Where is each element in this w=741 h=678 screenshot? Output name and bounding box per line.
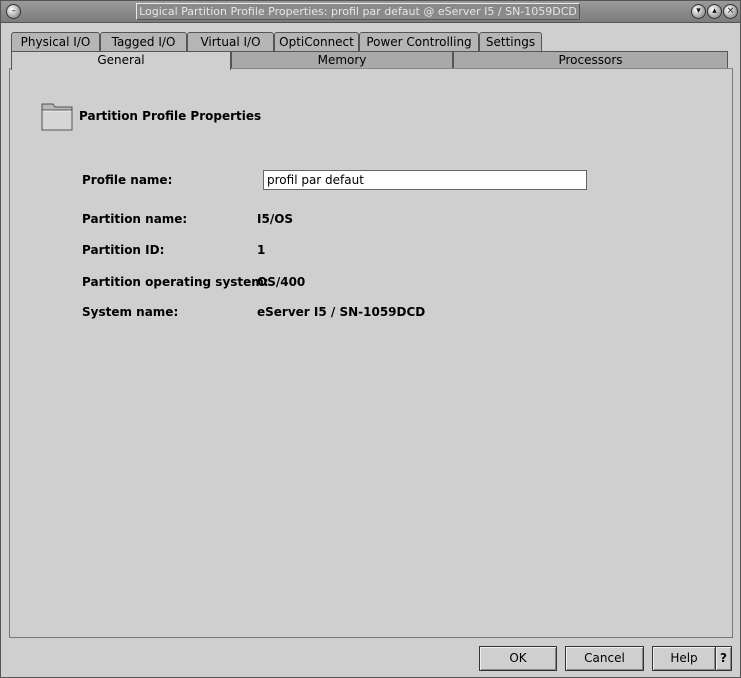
profile-name-input[interactable]: profil par defaut <box>263 170 587 190</box>
system-name-value: eServer I5 / SN-1059DCD <box>257 305 426 319</box>
tab-tagged-io[interactable]: Tagged I/O <box>100 32 187 51</box>
tab-general[interactable]: General <box>11 51 231 70</box>
folder-icon <box>41 103 73 131</box>
cancel-button[interactable]: Cancel <box>565 646 644 671</box>
context-help-button[interactable]: ? <box>715 646 732 671</box>
tab-power-controlling[interactable]: Power Controlling <box>359 32 479 51</box>
tab-opticonnect[interactable]: OptiConnect <box>274 32 359 51</box>
partition-name-label: Partition name: <box>82 212 188 226</box>
window-title: Logical Partition Profile Properties: pr… <box>136 3 580 20</box>
dialog-window: – Logical Partition Profile Properties: … <box>0 0 741 678</box>
profile-name-label: Profile name: <box>82 173 173 187</box>
close-icon[interactable]: × <box>723 4 738 19</box>
tab-row-bottom: General Memory Processors <box>11 51 728 70</box>
partition-name-value: I5/OS <box>257 212 294 226</box>
system-name-label: System name: <box>82 305 179 319</box>
partition-id-value: 1 <box>257 243 266 257</box>
tab-virtual-io[interactable]: Virtual I/O <box>187 32 274 51</box>
tab-physical-io[interactable]: Physical I/O <box>11 32 100 51</box>
help-button[interactable]: Help <box>652 646 716 671</box>
window-menu-icon[interactable]: – <box>6 4 21 19</box>
tab-memory[interactable]: Memory <box>231 51 453 68</box>
title-bar[interactable]: – Logical Partition Profile Properties: … <box>1 1 740 23</box>
tab-settings[interactable]: Settings <box>479 32 542 51</box>
section-title: Partition Profile Properties <box>79 109 262 123</box>
os-label: Partition operating system: <box>82 275 269 289</box>
ok-button[interactable]: OK <box>479 646 557 671</box>
minimize-icon[interactable]: ▾ <box>691 4 706 19</box>
maximize-icon[interactable]: ▴ <box>707 4 722 19</box>
partition-id-label: Partition ID: <box>82 243 165 257</box>
general-panel <box>9 68 733 638</box>
tab-processors[interactable]: Processors <box>453 51 728 68</box>
os-value: OS/400 <box>257 275 306 289</box>
